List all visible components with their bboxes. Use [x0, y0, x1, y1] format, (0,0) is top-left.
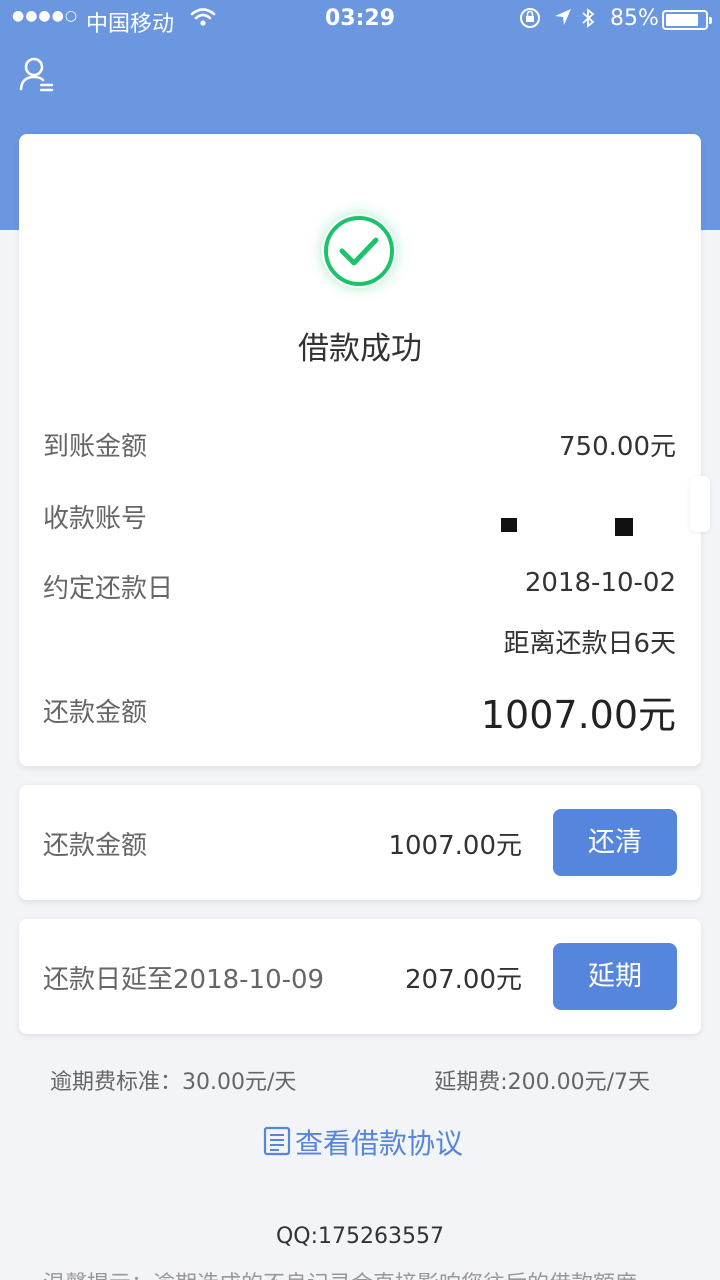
overdue-fee-standard: 逾期费标准：30.00元/天 — [50, 1070, 297, 1095]
repay-card-label: 还款金额 — [43, 831, 148, 861]
qq-contact: QQ:175263557 — [275, 1224, 445, 1249]
rotation-lock-icon — [518, 6, 542, 36]
agreement-link-text: 查看借款协议 — [295, 1127, 464, 1160]
days-until-due: 距离还款日6天 — [503, 629, 676, 659]
extend-button[interactable]: 延期 — [553, 943, 677, 1010]
user-menu-icon[interactable] — [18, 56, 56, 94]
battery-icon — [662, 10, 712, 30]
due-date-value: 2018-10-02 — [524, 568, 676, 598]
location-arrow-icon — [552, 6, 574, 34]
battery-percentage: 85% — [610, 6, 659, 31]
extension-card-amount: 207.00元 — [405, 965, 522, 995]
received-amount-label: 到账金额 — [43, 432, 148, 462]
extension-fee: 延期费:200.00元/7天 — [434, 1070, 650, 1095]
loan-success-title: 借款成功 — [298, 331, 422, 367]
repay-amount-label: 还款金额 — [43, 698, 148, 728]
repay-all-button[interactable]: 还清 — [553, 809, 677, 876]
bluetooth-icon — [580, 6, 596, 36]
warm-tip: 温馨提示：逾期造成的不良记录会直接影响您往后的借款额度 — [43, 1266, 703, 1280]
status-bar: ●●●●○ 中国移动 03:29 85% — [0, 0, 720, 40]
redaction-mark — [501, 518, 517, 532]
document-icon — [262, 1126, 292, 1156]
extension-card-label: 还款日延至2018-10-09 — [43, 965, 325, 995]
side-edge-tab — [690, 476, 710, 532]
success-check-icon — [322, 214, 396, 288]
due-date-label: 约定还款日 — [43, 574, 174, 604]
repay-amount-value: 1007.00元 — [480, 693, 676, 737]
account-number-label: 收款账号 — [43, 504, 148, 534]
received-amount-value: 750.00元 — [559, 432, 676, 462]
repay-card-amount: 1007.00元 — [388, 831, 522, 861]
redaction-mark — [615, 518, 633, 536]
